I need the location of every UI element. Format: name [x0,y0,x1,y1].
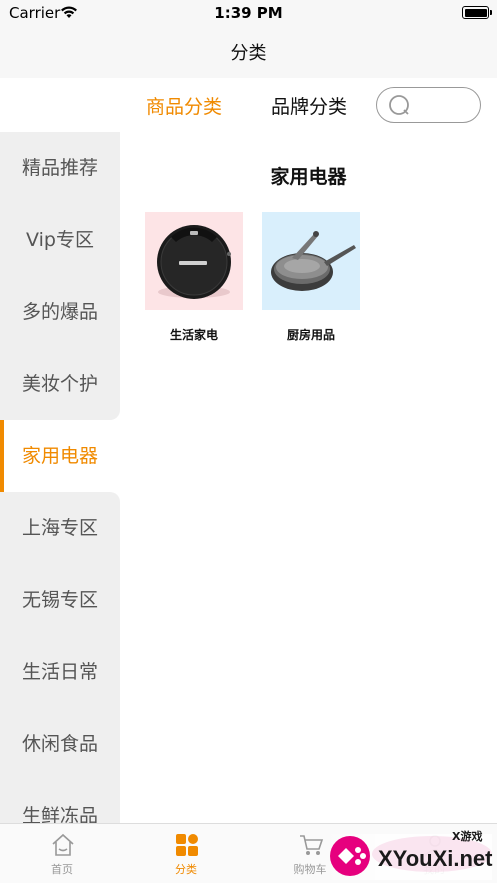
home-icon [52,833,74,856]
sidebar-item-vip[interactable]: Vip专区 [0,204,120,276]
product-card-home-appliances[interactable]: 生活家电 [145,212,243,343]
sidebar-item-wuxi[interactable]: 无锡专区 [0,564,120,636]
tabbar-category[interactable]: 分类 [124,824,248,883]
tabbar-profile[interactable]: 我的 [372,824,496,883]
tab-brand-category[interactable]: 品牌分类 [271,92,347,119]
status-time: 1:39 PM [214,4,283,22]
profile-icon [424,835,446,857]
robot-vacuum-image [145,212,243,310]
tabbar-cart-label: 购物车 [293,863,327,876]
tabbar-category-label: 分类 [175,863,197,876]
tabbar-home-label: 首页 [51,863,73,876]
category-content: 家用电器 生活家电 厨房用品 [120,132,497,823]
category-tabs: 商品分类 品牌分类 [0,78,497,132]
status-bar: Carrier 1:39 PM [0,0,497,26]
page-title: 分类 [230,43,267,64]
sidebar-item-featured[interactable]: 精品推荐 [0,132,120,204]
frying-pan-image [262,212,360,310]
section-title: 家用电器 [270,166,347,188]
tab-goods-category[interactable]: 商品分类 [146,92,222,119]
cart-icon [300,835,324,855]
product-label: 厨房用品 [286,328,335,342]
product-card-kitchen[interactable]: 厨房用品 [262,212,360,343]
category-sidebar: 精品推荐 Vip专区 多的爆品 美妆个护 家用电器 上海专区 无锡专区 生活日常… [0,132,120,823]
sidebar-item-hot[interactable]: 多的爆品 [0,276,120,348]
sidebar-item-beauty[interactable]: 美妆个护 [0,348,120,420]
tabbar-cart[interactable]: 购物车 [248,824,372,883]
navigation-bar: 分类 [0,26,497,78]
category-icon [176,834,198,856]
tabbar-profile-label: 我的 [423,863,445,876]
battery-icon [462,6,492,19]
search-button[interactable] [376,87,481,123]
bottom-tab-bar: 首页 分类 购物车 我的 [0,823,497,883]
product-label: 生活家电 [169,328,218,342]
sidebar-item-snacks[interactable]: 休闲食品 [0,708,120,780]
sidebar-item-appliances[interactable]: 家用电器 [0,420,120,492]
search-icon [389,95,409,115]
sidebar-item-daily[interactable]: 生活日常 [0,636,120,708]
sidebar-item-fresh[interactable]: 生鲜冻品 [0,780,120,823]
tabbar-home[interactable]: 首页 [0,824,124,883]
sidebar-item-shanghai[interactable]: 上海专区 [0,492,120,564]
